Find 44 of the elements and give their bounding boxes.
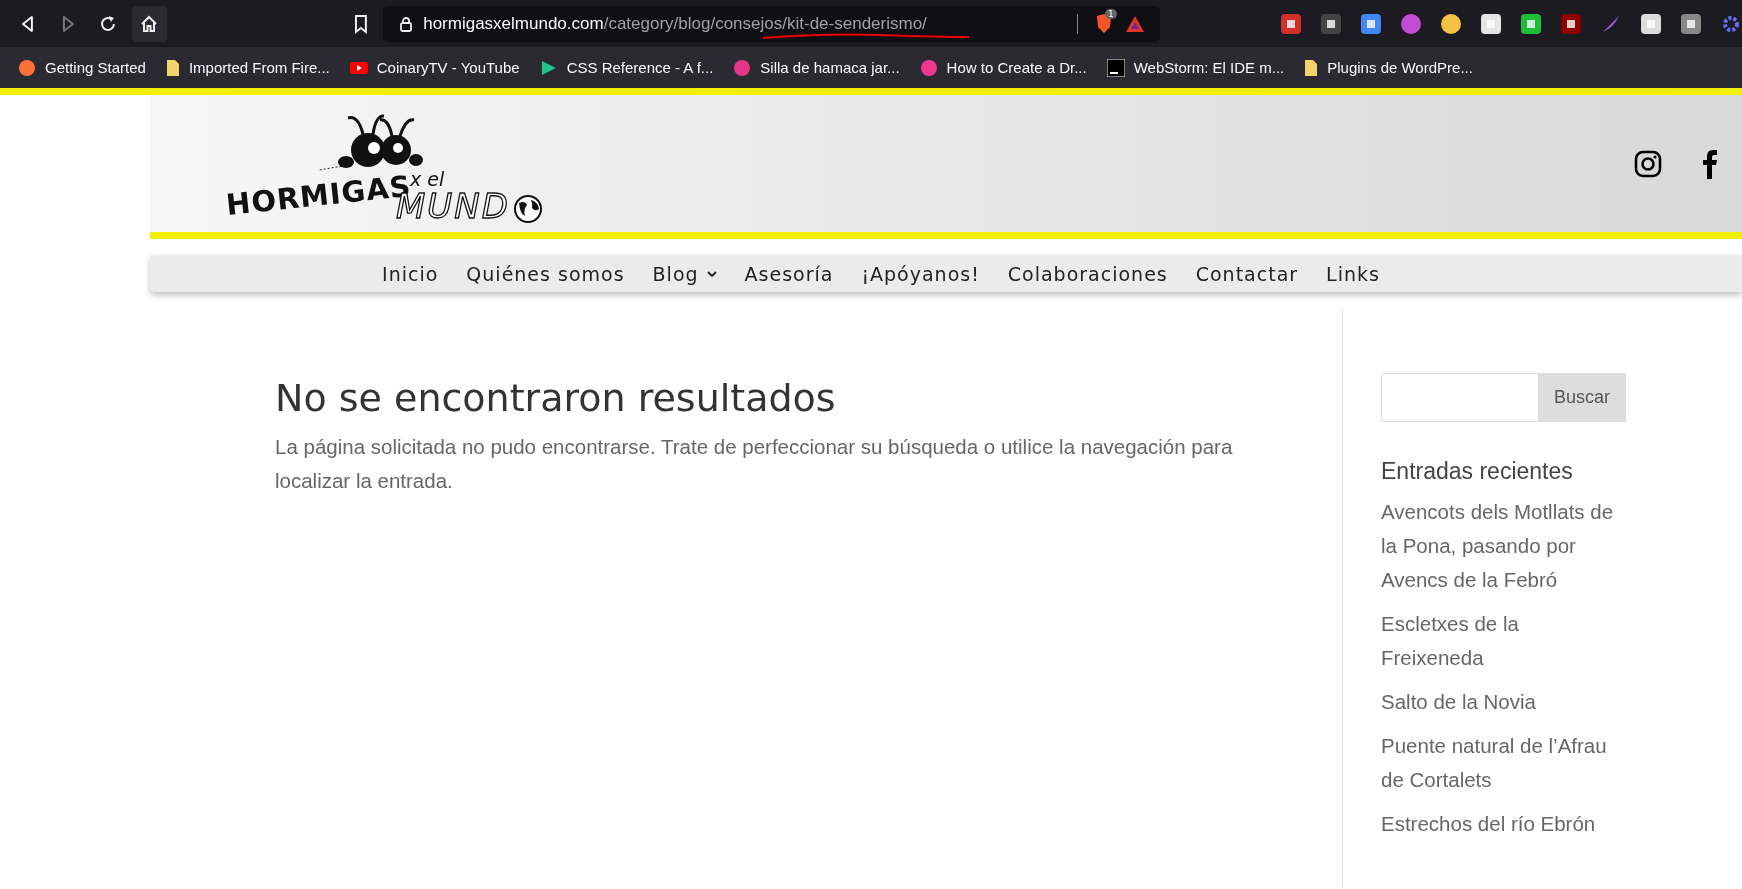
nav-link[interactable]: Quiénes somos xyxy=(466,262,625,285)
post-link[interactable]: Estrechos del río Ebrón xyxy=(1381,807,1621,841)
site-icon xyxy=(733,58,752,77)
bookmark-item[interactable]: How to Create a Dr... xyxy=(919,58,1087,77)
instagram-icon[interactable] xyxy=(1634,149,1662,178)
page-heading: No se encontraron resultados xyxy=(275,376,837,420)
nav-link[interactable]: Blog xyxy=(652,262,717,285)
nav-link[interactable]: Inicio xyxy=(382,262,439,285)
nav-link[interactable]: Links xyxy=(1326,262,1380,285)
folder-icon xyxy=(165,58,180,77)
address-bar[interactable]: hormigasxelmundo.com/category/blog/consejos/kit-de-senderismo/ 1 xyxy=(383,5,1160,42)
nav-link[interactable]: Contactar xyxy=(1195,262,1299,285)
search-field[interactable] xyxy=(1381,373,1538,422)
nav-link[interactable]: Colaboraciones xyxy=(1007,262,1168,285)
post-link[interactable]: Avencots dels Motllats de la Pona, pasando por Avencs de la Febró xyxy=(1381,495,1621,597)
logo-text: x el xyxy=(410,168,445,190)
site-icon xyxy=(919,58,938,77)
search-button[interactable]: Buscar xyxy=(1538,373,1626,422)
bookmark-item[interactable]: CSS Reference - A f... xyxy=(539,58,714,77)
caret-icon xyxy=(706,270,717,277)
facebook-icon[interactable] xyxy=(1702,148,1718,179)
nav-link[interactable]: ¡Apóyanos! xyxy=(861,262,980,285)
notification-badge: 1 xyxy=(1105,8,1117,19)
message-text: La página solicitada no pudo encontrarse. Trate de perfeccionar su búsqueda o utilice la navegación para localizar la entrada. xyxy=(275,434,1234,494)
circle-icon[interactable] xyxy=(1400,12,1422,35)
jb-logo-icon xyxy=(1106,58,1125,77)
widget-heading: Entradas recientes xyxy=(1381,458,1574,485)
post-link[interactable]: Escletxes de la Freixeneda xyxy=(1381,607,1621,675)
nav-link[interactable]: Asesoría xyxy=(744,262,834,285)
bookmark-item[interactable]: Getting Started xyxy=(18,58,146,77)
globe-icon xyxy=(513,194,543,224)
bookmark-item[interactable]: Silla de hamaca jar... xyxy=(733,58,900,77)
bookmark-item[interactable]: CoinaryTV - YouTube xyxy=(349,58,520,77)
lion-shield-icon[interactable]: 1 xyxy=(1094,12,1114,35)
home-button[interactable] xyxy=(131,5,168,42)
post-link[interactable]: Puente natural de l’Afrau de Cortalets xyxy=(1381,729,1621,797)
bookmark-item[interactable]: Plugins de WordPre... xyxy=(1304,58,1473,77)
site-icon xyxy=(18,58,36,77)
post-link[interactable]: Salto de la Novia xyxy=(1381,685,1621,719)
site-icon xyxy=(539,58,558,77)
bookmark-item[interactable]: WebStorm: El IDE m... xyxy=(1106,58,1285,77)
bookmark-item[interactable]: Imported From Fire... xyxy=(165,58,330,77)
site-logo[interactable]: HORMIGAS x el MUND xyxy=(228,110,578,225)
folder-icon xyxy=(1304,58,1319,77)
